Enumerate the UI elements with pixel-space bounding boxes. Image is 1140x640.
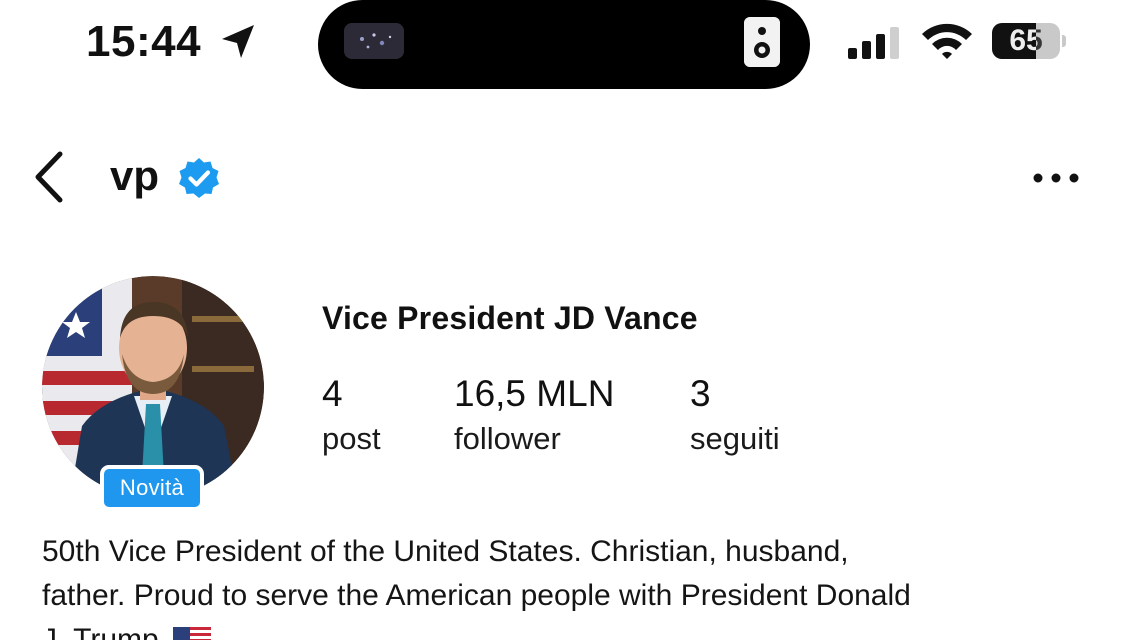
battery-body: 65 bbox=[992, 23, 1060, 59]
bio-line-text: J. Trump. bbox=[42, 623, 168, 640]
bio-line: 50th Vice President of the United States… bbox=[42, 535, 849, 568]
followers-count: 16,5 MLN bbox=[454, 373, 615, 414]
back-button[interactable] bbox=[28, 148, 72, 206]
wifi-icon bbox=[922, 23, 972, 59]
following-count: 3 bbox=[690, 373, 711, 414]
following-label: seguiti bbox=[690, 421, 780, 456]
following-stat[interactable]: 3 seguiti bbox=[690, 372, 780, 458]
battery-level: 65 bbox=[1009, 24, 1043, 57]
display-name: Vice President JD Vance bbox=[322, 300, 698, 336]
battery-indicator: 65 bbox=[992, 23, 1068, 61]
followers-label: follower bbox=[454, 421, 561, 456]
profile-screen: 15:44 65 vp Novità Vice President JD Van… bbox=[0, 0, 1140, 640]
verified-badge-icon bbox=[179, 158, 219, 198]
status-time: 15:44 bbox=[86, 17, 202, 66]
dynamic-island bbox=[318, 0, 810, 89]
posts-stat[interactable]: 4 post bbox=[322, 372, 381, 458]
bio-line: J. Trump. bbox=[42, 618, 1102, 640]
posts-count: 4 bbox=[322, 373, 343, 414]
new-badge: Novità bbox=[100, 465, 204, 511]
username: vp bbox=[110, 152, 160, 199]
media-thumbnail bbox=[344, 23, 404, 59]
posts-label: post bbox=[322, 421, 381, 456]
location-arrow-icon bbox=[222, 25, 254, 58]
bio-line: father. Proud to serve the American peop… bbox=[42, 579, 911, 612]
us-flag-icon bbox=[173, 627, 212, 640]
battery-cap bbox=[1062, 35, 1066, 47]
followers-stat[interactable]: 16,5 MLN follower bbox=[454, 372, 614, 458]
speaker-icon bbox=[744, 17, 780, 67]
bio: 50th Vice President of the United States… bbox=[42, 530, 1102, 640]
more-options-button[interactable] bbox=[1030, 160, 1082, 196]
cellular-signal-icon bbox=[848, 27, 899, 59]
